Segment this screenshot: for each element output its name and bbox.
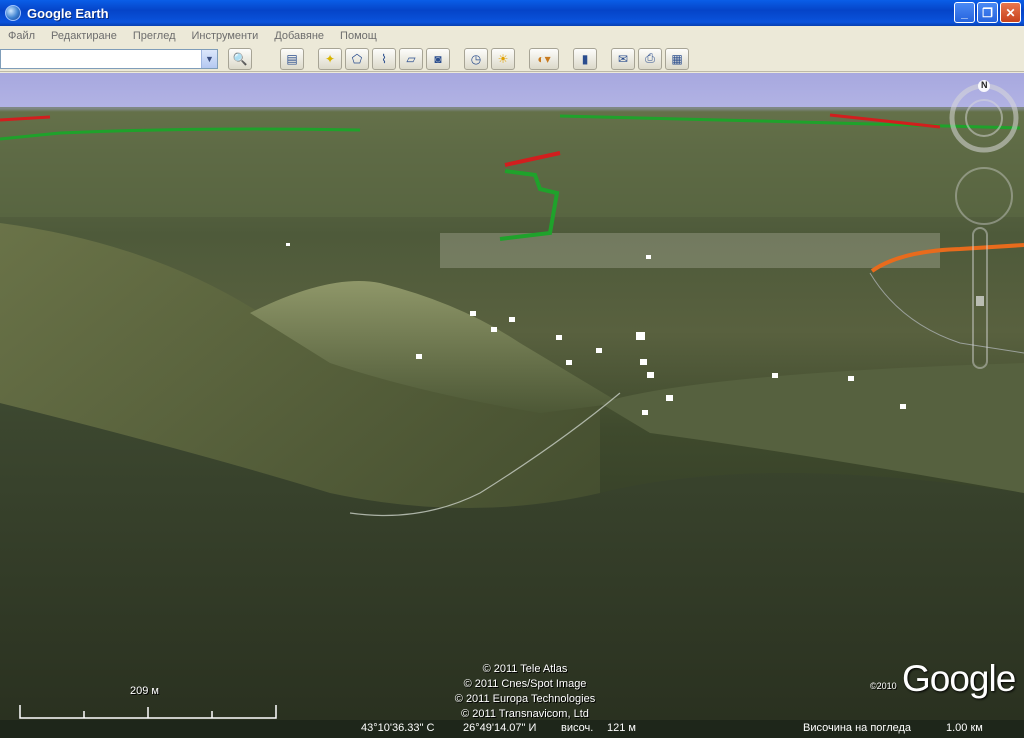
copyright-line: © 2011 Tele Atlas [482, 663, 568, 675]
look-joystick[interactable] [965, 99, 1003, 137]
maximize-button[interactable]: ❐ [977, 2, 998, 23]
toolbar: ▼ 🔍 ▤ ✦ ⬠ ⌇ ▱ ◙ ◷ ☀ ◐▾ ▮ ✉ ⎙ ▦ [0, 46, 1024, 72]
historical-imagery-icon: ◷ [470, 51, 482, 66]
google-logo-year: ©2010 [870, 681, 897, 691]
email-icon: ✉ [617, 51, 629, 66]
close-button[interactable]: ✕ [1000, 2, 1021, 23]
search-input[interactable] [1, 49, 201, 68]
look-ring[interactable] [949, 83, 1019, 153]
title-bar: Google Earth _ ❐ ✕ [0, 0, 1024, 26]
ruler-button[interactable]: ▮ [573, 47, 597, 70]
latitude-readout: 43°10'36.33" С [361, 722, 435, 734]
menu-add[interactable]: Добавяне [266, 30, 332, 42]
polygon-icon: ⬠ [351, 51, 363, 66]
print-button[interactable]: ⎙ [638, 47, 662, 70]
navigation-control[interactable]: N [940, 78, 1022, 378]
menu-edit[interactable]: Редактиране [43, 30, 125, 42]
tour-icon: ◙ [434, 51, 442, 66]
google-logo: Google [902, 658, 1016, 699]
google-earth-app-icon [5, 5, 21, 21]
menu-file[interactable]: Файл [0, 30, 43, 42]
add-path-button[interactable]: ⌇ [372, 47, 396, 70]
print-icon: ⎙ [645, 51, 655, 65]
view-in-maps-icon: ▦ [671, 51, 683, 66]
window-controls: _ ❐ ✕ [954, 2, 1021, 23]
elevation-value: 121 м [607, 722, 636, 734]
overlay-icon: ▱ [406, 51, 416, 66]
placemark-icon: ✦ [324, 51, 336, 66]
scale-legend: 209 м [18, 685, 278, 719]
menu-tools[interactable]: Инструменти [183, 30, 266, 42]
sunlight-icon: ☀ [497, 51, 509, 66]
zoom-slider-thumb[interactable] [976, 296, 984, 306]
status-bar: 43°10'36.33" С 26°49'14.07" И височ. 121… [0, 720, 1024, 738]
elevation-label: височ. [561, 722, 594, 734]
scale-ruler [19, 705, 277, 719]
switch-planet-button[interactable]: ◐▾ [529, 47, 559, 70]
ruler-icon: ▮ [581, 51, 589, 66]
eye-altitude-label: Височина на погледа [803, 722, 912, 734]
email-button[interactable]: ✉ [611, 47, 635, 70]
sunlight-button[interactable]: ☀ [491, 47, 515, 70]
move-joystick[interactable] [955, 167, 1013, 225]
navigation-control-graphic [949, 80, 1019, 369]
sidebar-icon: ▤ [286, 51, 298, 66]
record-tour-button[interactable]: ◙ [426, 47, 450, 70]
minimize-button[interactable]: _ [954, 2, 975, 23]
compass-north-label: N [981, 80, 988, 90]
copyright-line: © 2011 Cnes/Spot Image [463, 678, 587, 690]
search-button[interactable]: 🔍 [228, 47, 252, 70]
terrain-layer [0, 107, 1024, 720]
longitude-readout: 26°49'14.07" И [463, 722, 537, 734]
imagery-copyright: © 2011 Tele Atlas © 2011 Cnes/Spot Image… [410, 662, 640, 720]
add-image-overlay-button[interactable]: ▱ [399, 47, 423, 70]
add-polygon-button[interactable]: ⬠ [345, 47, 369, 70]
path-icon: ⌇ [381, 51, 387, 66]
add-placemark-button[interactable]: ✦ [318, 47, 342, 70]
copyright-line: © 2011 Europa Technologies [454, 693, 596, 705]
search-icon: 🔍 [232, 51, 248, 66]
menu-help[interactable]: Помощ [332, 30, 385, 42]
menu-bar: Файл Редактиране Преглед Инструменти Доб… [0, 26, 1024, 46]
historical-imagery-button[interactable]: ◷ [464, 47, 488, 70]
planets-icon: ◐▾ [537, 51, 551, 66]
eye-altitude-value: 1.00 км [946, 722, 983, 734]
window-title: Google Earth [27, 5, 109, 21]
sidebar-toggle-button[interactable]: ▤ [280, 47, 304, 70]
search-dropdown-arrow[interactable]: ▼ [201, 49, 217, 68]
search-combobox[interactable]: ▼ [0, 48, 218, 69]
copyright-line: © 2011 Transnavicom, Ltd [461, 708, 589, 720]
menu-view[interactable]: Преглед [125, 30, 184, 42]
view-in-google-maps-button[interactable]: ▦ [665, 47, 689, 70]
earth-3d-view[interactable]: N © 2011 Tele Atlas © 2011 Cnes/Spot Ima… [0, 73, 1024, 720]
